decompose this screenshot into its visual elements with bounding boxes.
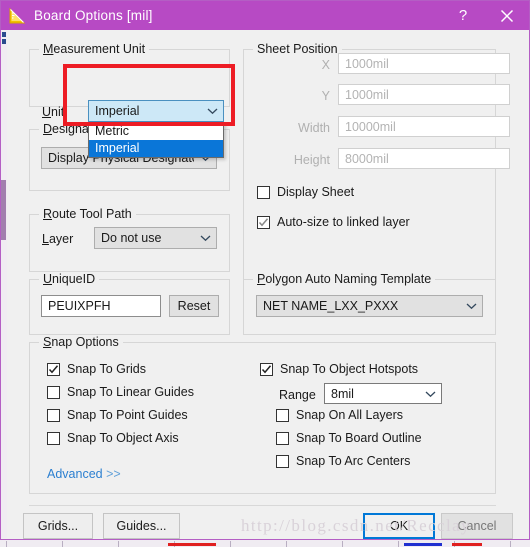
advanced-link-arrows: >> — [106, 467, 121, 481]
dialog-client-area: Measurement Unit Unit Imperial Metric Im… — [7, 30, 528, 539]
layer-combobox-value: Do not use — [101, 231, 162, 245]
sheet-width-label: Width — [298, 121, 330, 135]
unit-dropdown-list[interactable]: Metric Imperial — [88, 122, 224, 158]
checkbox-label: Snap To Point Guides — [67, 408, 188, 422]
checkbox-box — [276, 454, 289, 468]
checkbox-box — [276, 408, 289, 422]
legend-mnemonic: M — [43, 42, 54, 56]
layer-combobox[interactable]: Do not use — [94, 227, 217, 249]
checkbox-snap-to-object-hotspots[interactable]: Snap To Object Hotspots — [260, 362, 418, 376]
close-icon[interactable] — [485, 1, 529, 30]
layer-label: Layer — [42, 232, 74, 246]
unit-label: Unit — [42, 105, 65, 119]
ruler-triangle-icon — [8, 7, 26, 25]
checkbox-box — [257, 185, 270, 199]
range-label: Range — [279, 388, 316, 402]
checkbox-auto-size-to-linked-layer[interactable]: Auto-size to linked layer — [257, 215, 410, 229]
reset-button[interactable]: Reset — [169, 295, 219, 317]
checkbox-box — [257, 215, 270, 229]
board-options-dialog: Board Options [mil] ? Measurement Unit U… — [0, 0, 530, 540]
sheet-y-input[interactable]: 1000mil — [338, 84, 510, 105]
sheet-y-label: Y — [321, 89, 330, 103]
range-combobox-value: 8mil — [331, 386, 354, 401]
checkbox-box — [47, 408, 60, 422]
checkbox-label: Auto-size to linked layer — [277, 215, 410, 229]
polygon-naming-combobox[interactable]: NET NAME_LXX_PXXX — [256, 295, 483, 317]
group-legend-snap-options: Snap Options — [39, 335, 123, 349]
checkbox-label: Snap On All Layers — [296, 408, 404, 422]
polygon-naming-value: NET NAME_LXX_PXXX — [263, 299, 399, 313]
checkbox-display-sheet[interactable]: Display Sheet — [257, 185, 354, 199]
unit-option-imperial[interactable]: Imperial — [89, 140, 223, 157]
checkbox-label: Display Sheet — [277, 185, 355, 199]
unit-option-metric[interactable]: Metric — [89, 123, 223, 140]
unique-id-input[interactable]: PEUIXPFH — [41, 295, 161, 317]
title-bar: Board Options [mil] ? — [1, 1, 529, 30]
advanced-link-label: Advanced — [47, 467, 103, 481]
group-legend-sheet-position: Sheet Position — [253, 42, 342, 56]
checkbox-snap-to-board-outline[interactable]: Snap To Board Outline — [276, 431, 422, 445]
group-legend-measurement-unit: Measurement Unit — [39, 42, 150, 56]
unit-combobox[interactable]: Imperial — [88, 100, 224, 122]
group-legend-route-tool-path: Route Tool Path — [39, 207, 136, 221]
chevron-down-icon — [201, 101, 223, 121]
grids-button[interactable]: Grids... — [23, 513, 93, 539]
checkbox-snap-to-arc-centers[interactable]: Snap To Arc Centers — [276, 454, 410, 468]
checkbox-box — [260, 362, 273, 376]
sheet-x-label: X — [321, 58, 330, 72]
guides-button[interactable]: Guides... — [103, 513, 180, 539]
screenshot-root: Board Options [mil] ? Measurement Unit U… — [0, 0, 530, 547]
checkbox-label: Snap To Board Outline — [296, 431, 422, 445]
sheet-x-input[interactable]: 1000mil — [338, 53, 510, 74]
group-legend-polygon-naming: Polygon Auto Naming Template — [253, 272, 436, 286]
background-app-strip — [0, 539, 530, 547]
group-legend-unique-id: UniqueID — [39, 272, 100, 286]
checkbox-snap-to-linear-guides[interactable]: Snap To Linear Guides — [47, 385, 194, 399]
checkbox-box — [276, 431, 289, 445]
help-button[interactable]: ? — [441, 1, 485, 30]
advanced-link[interactable]: Advanced >> — [47, 467, 121, 481]
checkbox-label: Snap To Arc Centers — [296, 454, 411, 468]
checkbox-box — [47, 431, 60, 445]
footer-divider — [29, 505, 496, 506]
checkbox-snap-on-all-layers[interactable]: Snap On All Layers — [276, 408, 403, 422]
checkbox-label: Snap To Grids — [67, 362, 146, 376]
sheet-height-label: Height — [293, 153, 330, 167]
watermark-text: http://blog.csdn.net/Recclay — [241, 516, 471, 535]
checkbox-box — [47, 362, 60, 376]
checkbox-snap-to-grids[interactable]: Snap To Grids — [47, 362, 146, 376]
unit-combobox-value: Imperial — [95, 104, 140, 118]
checkbox-snap-to-point-guides[interactable]: Snap To Point Guides — [47, 408, 188, 422]
checkbox-snap-to-object-axis[interactable]: Snap To Object Axis — [47, 431, 179, 445]
range-combobox[interactable]: 8mil — [324, 383, 442, 404]
sheet-height-input[interactable]: 8000mil — [338, 148, 510, 169]
chevron-down-icon — [460, 296, 482, 316]
checkbox-label: Snap To Object Hotspots — [280, 362, 419, 376]
group-measurement-unit: Measurement Unit — [29, 42, 230, 107]
checkbox-label: Snap To Linear Guides — [67, 385, 194, 399]
sheet-width-input[interactable]: 10000mil — [338, 116, 510, 137]
chevron-down-icon — [194, 228, 216, 248]
chevron-down-icon — [419, 384, 441, 403]
checkbox-box — [47, 385, 60, 399]
window-title: Board Options [mil] — [34, 8, 153, 23]
checkbox-label: Snap To Object Axis — [67, 431, 179, 445]
